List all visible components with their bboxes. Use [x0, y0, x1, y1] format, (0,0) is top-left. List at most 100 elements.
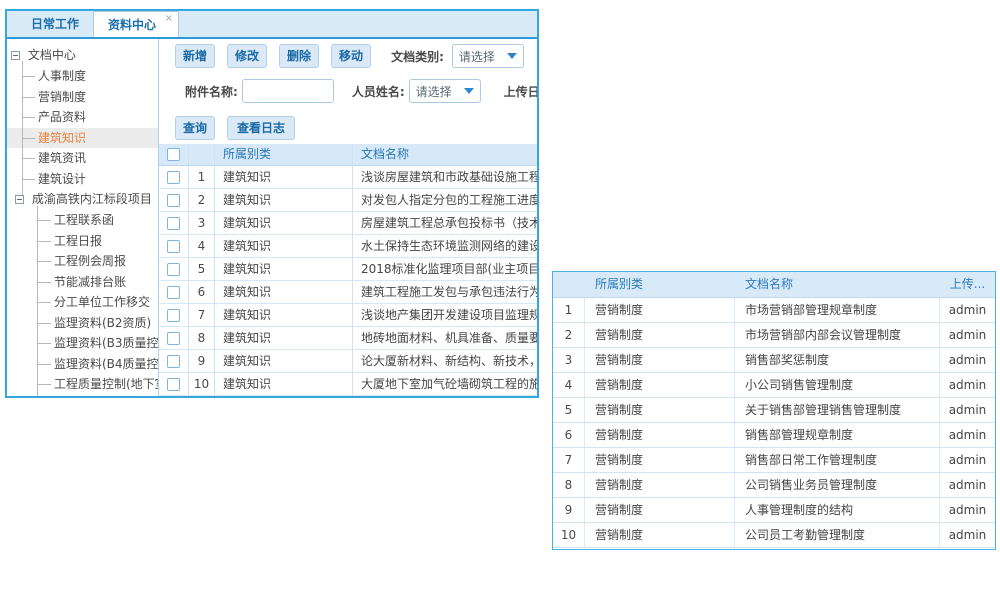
query-button[interactable]: 查询 — [175, 116, 215, 140]
tree-item[interactable]: 工程例会周报 — [7, 251, 158, 272]
table-row[interactable]: 6 营销制度 销售部管理规章制度 admin — [553, 423, 995, 448]
row-checkbox[interactable] — [167, 309, 180, 322]
table-row[interactable]: 1 建筑知识 浅谈房屋建筑和市政基础设施工程施工... — [159, 166, 537, 189]
move-button[interactable]: 移动 — [331, 44, 371, 68]
row-category: 建筑知识 — [215, 350, 353, 372]
row-checkbox[interactable] — [167, 217, 180, 230]
row-checkbox[interactable] — [167, 355, 180, 368]
view-log-button[interactable]: 查看日志 — [227, 116, 295, 140]
marketing-documents-table: 所属别类 文档名称 上传... 1 营销制度 市场营销部管理规章制度 admin… — [552, 271, 996, 550]
row-uploader: admin — [940, 398, 995, 422]
header-number-cell — [553, 272, 585, 297]
tree-item[interactable]: 人事制度 — [7, 66, 158, 87]
table-row[interactable]: 5 营销制度 关于销售部管理销售管理制度 admin — [553, 398, 995, 423]
row-checkbox-cell — [159, 373, 189, 395]
close-icon[interactable]: × — [165, 14, 173, 24]
row-checkbox[interactable] — [167, 171, 180, 184]
tree-connector — [37, 384, 51, 385]
row-checkbox[interactable] — [167, 332, 180, 345]
row-number: 3 — [189, 212, 215, 234]
attachment-name-input[interactable] — [242, 79, 334, 103]
table-row[interactable]: 7 营销制度 销售部日常工作管理制度 admin — [553, 448, 995, 473]
row-uploader: admin — [940, 523, 995, 547]
table-row[interactable]: 10 营销制度 公司员工考勤管理制度 admin — [553, 523, 995, 548]
row-category: 营销制度 — [585, 298, 735, 322]
row-checkbox[interactable] — [167, 286, 180, 299]
tree-item[interactable]: 监理资料(B2资质) — [7, 313, 158, 334]
row-checkbox[interactable] — [167, 378, 180, 391]
tree-item[interactable]: 工程联系函 — [7, 210, 158, 231]
row-doc-name: 建筑工程施工发包与承包违法行为认定... — [353, 281, 537, 303]
select-all-checkbox[interactable] — [167, 148, 180, 161]
chevron-down-icon — [464, 88, 474, 94]
row-checkbox[interactable] — [167, 240, 180, 253]
tree-item[interactable]: 节能减排台账 — [7, 272, 158, 293]
document-center-window: 日常工作 资料中心 × 文档中心 人事制度 — [5, 9, 539, 398]
tree-item[interactable]: 工程质量控制(地下室) — [7, 374, 158, 395]
person-name-value: 请选择 — [416, 83, 452, 100]
tree-item-label: 监理资料(B4质量控制) — [54, 357, 159, 371]
row-category: 建筑知识 — [215, 189, 353, 211]
table-row[interactable]: 6 建筑知识 建筑工程施工发包与承包违法行为认定... — [159, 281, 537, 304]
doc-category-select[interactable]: 请选择 — [452, 44, 524, 68]
tree-item[interactable]: 产品资料 — [7, 107, 158, 128]
table-row[interactable]: 2 建筑知识 对发包人指定分包的工程施工进度安排... — [159, 189, 537, 212]
table-row[interactable]: 8 营销制度 公司销售业务员管理制度 admin — [553, 473, 995, 498]
table-row[interactable]: 9 营销制度 人事管理制度的结构 admin — [553, 498, 995, 523]
table-row[interactable]: 3 建筑知识 房屋建筑工程总承包投标书（技术标）... — [159, 212, 537, 235]
row-checkbox[interactable] — [167, 194, 180, 207]
collapse-icon[interactable] — [11, 51, 20, 60]
edit-button[interactable]: 修改 — [227, 44, 267, 68]
tree-item[interactable]: 监理资料(B3质量控制) — [7, 333, 158, 354]
tree-item[interactable]: 监理资料(B4质量控制) — [7, 354, 158, 375]
row-doc-name: 小公司销售管理制度 — [735, 373, 940, 397]
tree-root-document-center[interactable]: 文档中心 — [7, 45, 158, 66]
main-panel: 新增 修改 删除 移动 文档类别: 请选择 文档 附件名称: 人员姓名: — [159, 39, 537, 396]
table-row[interactable]: 9 建筑知识 论大厦新材料、新结构、新技术，新工... — [159, 350, 537, 373]
table-row[interactable]: 5 建筑知识 2018标准化监理项目部(业主项目部)人员... — [159, 258, 537, 281]
tree-item[interactable]: 建筑设计 — [7, 169, 158, 190]
table-row[interactable]: 4 营销制度 小公司销售管理制度 admin — [553, 373, 995, 398]
tree-item[interactable]: 建筑资讯 — [7, 148, 158, 169]
chevron-down-icon — [507, 53, 517, 59]
table-row[interactable]: 1 营销制度 市场营销部管理规章制度 admin — [553, 298, 995, 323]
tab-data-center[interactable]: 资料中心 × — [93, 11, 179, 37]
row-uploader: admin — [940, 448, 995, 472]
table-row[interactable]: 3 营销制度 销售部奖惩制度 admin — [553, 348, 995, 373]
row-doc-name: 销售部日常工作管理制度 — [735, 448, 940, 472]
tree-item[interactable]: 分工单位工作移交 — [7, 292, 158, 313]
person-name-select[interactable]: 请选择 — [409, 79, 481, 103]
table-row[interactable]: 8 建筑知识 地砖地面材料、机具准备、质量要求及... — [159, 327, 537, 350]
table-row[interactable]: 7 建筑知识 浅谈地产集团开发建设项目监理规划编... — [159, 304, 537, 327]
row-checkbox-cell — [159, 258, 189, 280]
tree-item[interactable]: 营销制度 — [7, 87, 158, 108]
header-uploader[interactable]: 上传... — [940, 272, 995, 297]
row-checkbox[interactable] — [167, 263, 180, 276]
table-row[interactable]: 4 建筑知识 水土保持生态环境监测网络的建设与资... — [159, 235, 537, 258]
header-doc-name[interactable]: 文档名称 — [353, 144, 537, 165]
header-category[interactable]: 所属别类 — [585, 272, 735, 297]
header-category[interactable]: 所属别类 — [215, 144, 353, 165]
tree-connector — [37, 282, 51, 283]
row-uploader: admin — [940, 348, 995, 372]
row-checkbox-cell — [159, 189, 189, 211]
row-checkbox-cell — [159, 212, 189, 234]
row-category: 建筑知识 — [215, 258, 353, 280]
tree-item-label: 建筑设计 — [38, 172, 86, 186]
header-doc-name[interactable]: 文档名称 — [735, 272, 940, 297]
tree-item[interactable]: 工程质量控制 — [7, 395, 158, 397]
tree-connector — [37, 220, 51, 221]
tree-item[interactable]: 工程日报 — [7, 231, 158, 252]
add-button[interactable]: 新增 — [175, 44, 215, 68]
tab-daily-work[interactable]: 日常工作 — [17, 11, 93, 37]
tree-item-label: 建筑资讯 — [38, 151, 86, 165]
table-row[interactable]: 10 建筑知识 大厦地下室加气砼墙砌筑工程的施工方... — [159, 373, 537, 396]
table-row[interactable]: 2 营销制度 市场营销部内部会议管理制度 admin — [553, 323, 995, 348]
delete-button[interactable]: 删除 — [279, 44, 319, 68]
grid-header-row: 所属别类 文档名称 — [159, 144, 537, 166]
collapse-icon[interactable] — [15, 195, 24, 204]
row-doc-name: 房屋建筑工程总承包投标书（技术标）... — [353, 212, 537, 234]
row-category: 建筑知识 — [215, 235, 353, 257]
tree-root-railway-project[interactable]: 成渝高铁内江标段项目 — [7, 189, 158, 210]
tree-item[interactable]: 建筑知识 — [7, 128, 158, 149]
